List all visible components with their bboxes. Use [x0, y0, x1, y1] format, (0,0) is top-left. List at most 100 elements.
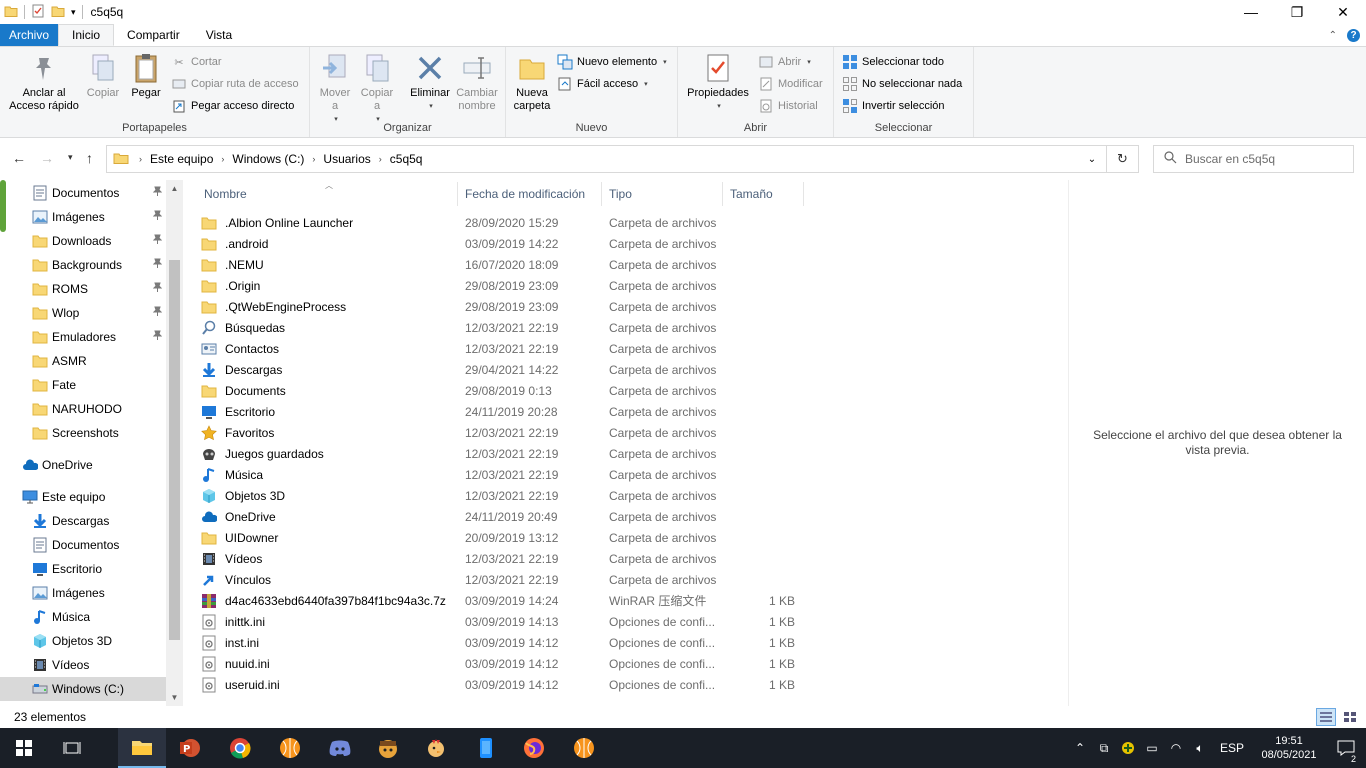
nav-item-windows-c-[interactable]: Windows (C:) — [0, 677, 166, 701]
close-button[interactable]: ✕ — [1320, 0, 1366, 24]
details-view-icon[interactable] — [1316, 708, 1336, 726]
properties-button[interactable]: Propiedades ▾ — [684, 51, 752, 113]
volume-icon[interactable]: 🔈︎ — [1188, 741, 1212, 756]
nav-item-naruhodo[interactable]: NARUHODO — [0, 397, 166, 421]
back-arrow-icon[interactable]: ← — [12, 150, 26, 166]
tab-home[interactable]: Inicio — [58, 24, 115, 46]
breadcrumb-this-pc[interactable]: Este equipo — [150, 152, 213, 166]
file-row[interactable]: Música 12/03/2021 22:19 Carpeta de archivo… — [201, 464, 803, 485]
nav-scrollbar[interactable]: ▲ ▼ — [166, 180, 183, 706]
file-row[interactable]: Escritorio 24/11/2019 20:28 Carpeta de arc… — [201, 401, 803, 422]
breadcrumb-current[interactable]: c5q5q — [390, 152, 423, 166]
paste-shortcut-button[interactable]: Pegar acceso directo — [171, 96, 294, 116]
taskbar-firefox[interactable] — [510, 728, 558, 768]
address-history-chevron-icon[interactable]: ⌄ — [1078, 154, 1106, 165]
breadcrumb-drive-c[interactable]: Windows (C:) — [232, 152, 304, 166]
notification-center-icon[interactable]: 2 — [1326, 740, 1366, 764]
breadcrumb-separator-icon[interactable]: › — [221, 154, 224, 164]
recent-locations-chevron-icon[interactable]: ▾ — [68, 152, 73, 163]
nav-item-descargas[interactable]: Descargas — [0, 509, 166, 533]
file-row[interactable]: inittk.ini 03/09/2019 14:13 Opciones de co… — [201, 611, 803, 632]
nav-item-backgrounds[interactable]: Backgrounds — [0, 253, 166, 277]
task-view-button[interactable] — [48, 728, 96, 768]
file-row[interactable]: .Origin 29/08/2019 23:09 Carpeta de archiv… — [201, 275, 803, 296]
column-divider[interactable] — [601, 182, 602, 206]
breadcrumb-separator-icon[interactable]: › — [312, 154, 315, 164]
refresh-icon[interactable]: ↻ — [1106, 146, 1138, 172]
file-row[interactable]: Favoritos 12/03/2021 22:19 Carpeta de arch… — [201, 422, 803, 443]
file-row[interactable]: Descargas 29/04/2021 14:22 Carpeta de arch… — [201, 359, 803, 380]
cut-button[interactable]: ✂ Cortar — [171, 52, 221, 72]
file-row[interactable]: Vínculos 12/03/2021 22:19 Carpeta de archi… — [201, 569, 803, 590]
minimize-button[interactable]: — — [1228, 0, 1274, 24]
battery-icon[interactable]: ▭ — [1140, 741, 1164, 755]
invert-selection-button[interactable]: Invertir selección — [842, 96, 945, 116]
nav-item-vídeos[interactable]: Vídeos — [0, 653, 166, 677]
column-header-type[interactable]: Tipo — [609, 180, 632, 208]
column-divider[interactable] — [722, 182, 723, 206]
scroll-down-icon[interactable]: ▼ — [166, 689, 183, 706]
file-row[interactable]: Contactos 12/03/2021 22:19 Carpeta de arch… — [201, 338, 803, 359]
copy-path-button[interactable]: Copiar ruta de acceso — [171, 74, 299, 94]
nav-item-documentos[interactable]: Documentos — [0, 533, 166, 557]
column-header-size[interactable]: Tamaño — [730, 180, 773, 208]
taskbar-discord[interactable] — [316, 728, 364, 768]
nav-item-screenshots[interactable]: Screenshots — [0, 421, 166, 445]
meet-now-icon[interactable]: ⧉ — [1092, 741, 1116, 756]
select-none-button[interactable]: No seleccionar nada — [842, 74, 962, 94]
new-folder-button[interactable]: Nueva carpeta — [512, 51, 552, 113]
scroll-up-icon[interactable]: ▲ — [166, 180, 183, 197]
move-to-button[interactable]: Mover a ▾ — [316, 51, 354, 126]
column-header-date[interactable]: Fecha de modificación — [465, 180, 585, 208]
wifi-icon[interactable]: ◠ — [1164, 741, 1188, 755]
new-item-button[interactable]: Nuevo elemento ▾ — [557, 52, 667, 72]
file-row[interactable]: useruid.ini 03/09/2019 14:12 Opciones de c… — [201, 674, 803, 695]
nav-item-escritorio[interactable]: Escritorio — [0, 557, 166, 581]
nav-item-wlop[interactable]: Wlop — [0, 301, 166, 325]
file-row[interactable]: Objetos 3D 12/03/2021 22:19 Carpeta de arc… — [201, 485, 803, 506]
taskbar-app-orange-2[interactable] — [560, 728, 608, 768]
history-button[interactable]: Historial — [758, 96, 818, 116]
file-row[interactable]: inst.ini 03/09/2019 14:12 Opciones de conf… — [201, 632, 803, 653]
select-all-button[interactable]: Seleccionar todo — [842, 52, 944, 72]
maximize-button[interactable]: ❐ — [1274, 0, 1320, 24]
taskbar-file-explorer[interactable] — [118, 728, 166, 768]
file-row[interactable]: Documents 29/08/2019 0:13 Carpeta de archi… — [201, 380, 803, 401]
taskbar-app-orange[interactable] — [266, 728, 314, 768]
tab-view[interactable]: Vista — [193, 24, 245, 46]
pin-icon[interactable] — [152, 186, 163, 199]
app-tray-icon[interactable] — [1116, 741, 1140, 755]
file-row[interactable]: Vídeos 12/03/2021 22:19 Carpeta de archivo… — [201, 548, 803, 569]
column-header-name[interactable]: Nombre — [204, 180, 247, 208]
rename-button[interactable]: Cambiar nombre — [454, 51, 500, 113]
taskbar-chrome[interactable] — [216, 728, 264, 768]
forward-arrow-icon[interactable]: → — [40, 150, 54, 166]
clock[interactable]: 19:51 08/05/2021 — [1252, 734, 1326, 762]
column-divider[interactable] — [803, 182, 804, 206]
taskbar-phone-app[interactable] — [462, 728, 510, 768]
nav-item-roms[interactable]: ROMS — [0, 277, 166, 301]
nav-item-onedrive[interactable]: OneDrive — [0, 453, 166, 477]
start-button[interactable] — [0, 728, 48, 768]
pin-icon[interactable] — [152, 210, 163, 223]
tab-share[interactable]: Compartir — [114, 24, 193, 46]
customize-toolbar-icon[interactable]: ▾ — [71, 7, 76, 18]
pin-icon[interactable] — [152, 258, 163, 271]
large-icons-view-icon[interactable] — [1340, 708, 1360, 726]
copy-button[interactable]: Copiar — [84, 51, 122, 100]
file-row[interactable]: Juegos guardados 12/03/2021 22:19 Carpeta … — [201, 443, 803, 464]
taskbar-powerpoint[interactable]: P — [166, 728, 214, 768]
taskbar-game-app-2[interactable] — [412, 728, 460, 768]
open-button[interactable]: Abrir ▾ — [758, 52, 811, 72]
file-row[interactable]: .NEMU 16/07/2020 18:09 Carpeta de archivos — [201, 254, 803, 275]
search-input[interactable]: Buscar en c5q5q — [1153, 145, 1354, 173]
file-row[interactable]: d4ac4633ebd6440fa397b84f1bc94a3c.7z 03/09… — [201, 590, 803, 611]
collapse-ribbon-icon[interactable]: ⌃ — [1329, 30, 1337, 41]
edit-button[interactable]: Modificar — [758, 74, 823, 94]
taskbar-game-app[interactable] — [364, 728, 412, 768]
file-row[interactable]: .QtWebEngineProcess 29/08/2019 23:09 Carpe… — [201, 296, 803, 317]
breadcrumb-users[interactable]: Usuarios — [323, 152, 370, 166]
nav-item-este-equipo[interactable]: Este equipo — [0, 485, 166, 509]
paste-button[interactable]: Pegar — [127, 51, 165, 100]
pin-icon[interactable] — [152, 282, 163, 295]
